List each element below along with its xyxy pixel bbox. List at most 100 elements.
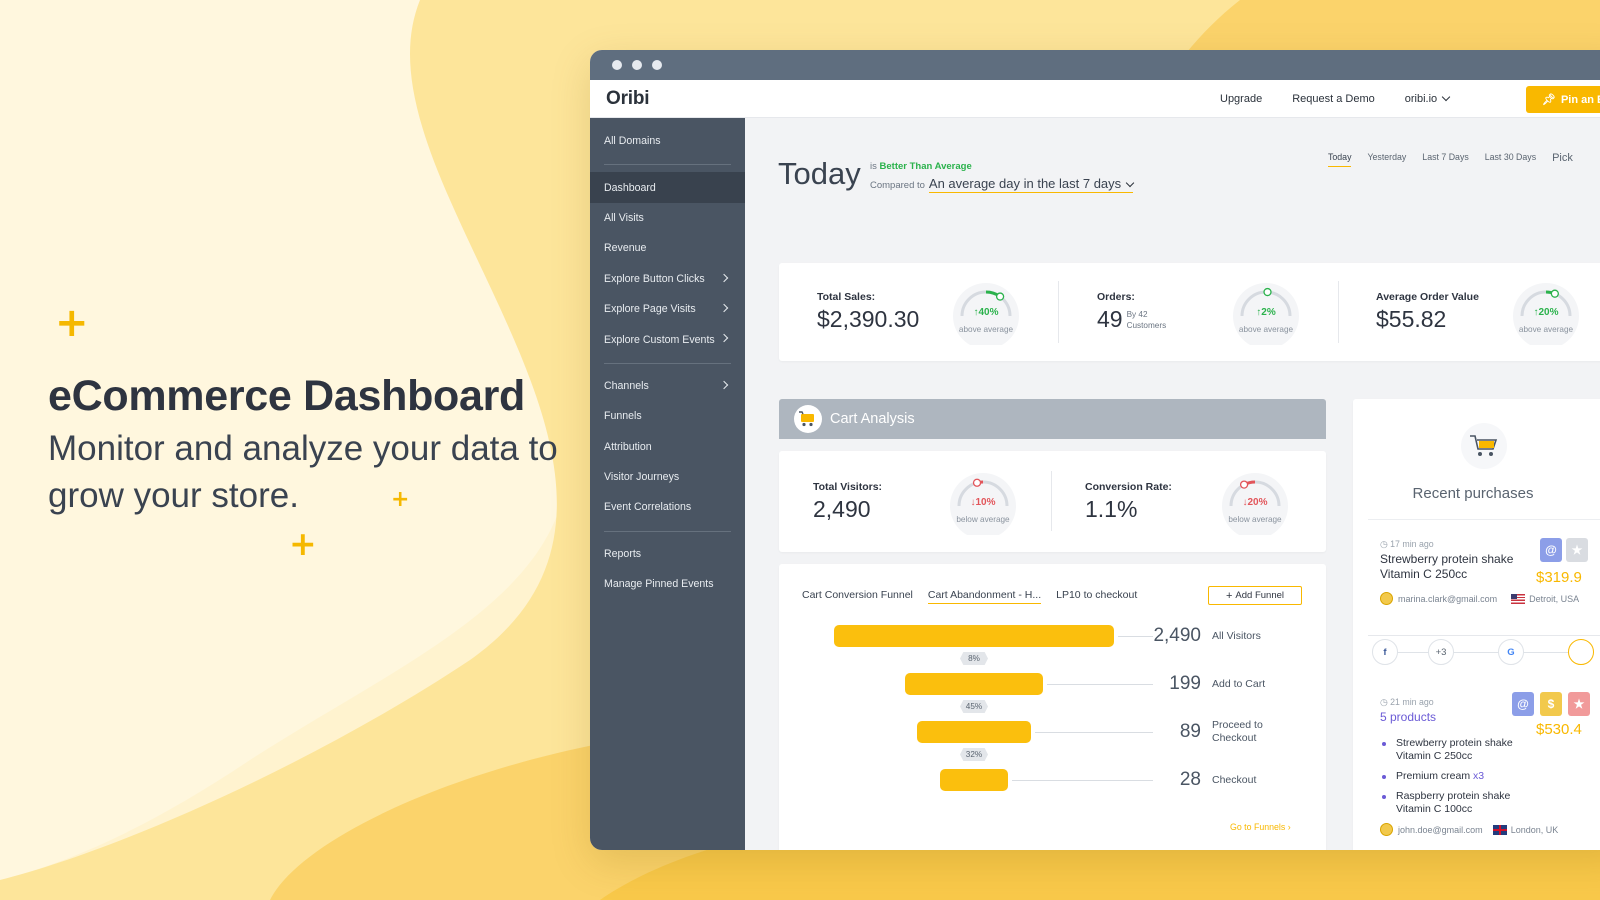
app-logo[interactable]: Oribi	[606, 88, 650, 110]
divider	[1058, 281, 1059, 343]
email-badge-icon: @	[1512, 692, 1534, 716]
gauge: ↓10% below average	[948, 473, 1018, 535]
metric-label: Conversion Rate:	[1085, 481, 1172, 493]
tab-today[interactable]: Today	[1328, 152, 1352, 167]
email-badge-icon: @	[1540, 538, 1562, 562]
main-content: Today is Better Than Average Compared to…	[745, 118, 1600, 850]
domain-dropdown[interactable]: oribi.io	[1405, 92, 1451, 105]
sidebar-item-all-visits[interactable]: All Visits	[590, 203, 745, 233]
sidebar-item-explore-custom-events[interactable]: Explore Custom Events	[590, 324, 745, 354]
kpi-card: Total Sales: $2,390.30 ↑40% above average…	[779, 263, 1600, 361]
purchase-price: $319.9	[1536, 569, 1582, 586]
sidebar-item-label: Channels	[604, 379, 649, 392]
uk-flag-icon	[1492, 824, 1507, 835]
sidebar-divider	[604, 362, 731, 364]
sidebar-item-dashboard[interactable]: Dashboard	[590, 172, 745, 203]
sidebar-item-label: Reports	[604, 547, 642, 560]
hero-title: eCommerce Dashboard	[48, 372, 526, 420]
product-qty: x3	[1473, 770, 1485, 782]
funnel-bar[interactable]	[940, 769, 1008, 791]
gauge-change: ↑40%	[973, 307, 999, 318]
gauge: ↑2% above average	[1231, 283, 1301, 345]
purchase-time-text: 17 min ago	[1390, 539, 1434, 549]
funnel-label: Checkout	[1212, 774, 1257, 786]
top-nav: Oribi Upgrade Request a Demo oribi.io 📌︎…	[590, 80, 1600, 118]
funnel-bar[interactable]	[834, 625, 1114, 647]
sidebar-item-funnels[interactable]: Funnels	[590, 401, 745, 431]
sidebar-item-manage-pinned-events[interactable]: Manage Pinned Events	[590, 569, 745, 599]
tab-cart-abandonment[interactable]: Cart Abandonment - H...	[927, 589, 1042, 604]
window-maximize-dot[interactable]	[652, 60, 662, 70]
plus-decoration-icon: +	[289, 524, 317, 563]
tab-last-7-days[interactable]: Last 7 Days	[1422, 152, 1468, 167]
tab-pick[interactable]: Pick	[1552, 152, 1573, 167]
kpi-total-sales: Total Sales: $2,390.30	[817, 291, 919, 333]
product-item: Premium cream x3	[1380, 770, 1530, 783]
kpi-sub2: Customers	[1126, 321, 1167, 330]
gauge-change: ↓10%	[970, 497, 996, 508]
metric-value: 2,490	[813, 496, 871, 522]
purchase-name: Strewberry protein shake Vitamin C 250cc	[1380, 552, 1514, 581]
pin-event-button[interactable]: 📌︎ Pin an E	[1526, 86, 1600, 113]
purchase-item[interactable]: ◷ 17 min ago Strewberry protein shake Vi…	[1368, 538, 1600, 689]
sidebar-item-attribution[interactable]: Attribution	[590, 432, 745, 462]
funnel-bar[interactable]	[905, 673, 1043, 695]
recent-purchases-panel: Recent purchases ◷ 17 min ago Strewberry…	[1353, 399, 1600, 850]
clock-icon: ◷	[1380, 539, 1388, 549]
request-demo-link[interactable]: Request a Demo	[1292, 93, 1375, 105]
journey-more-badge[interactable]: +3	[1428, 639, 1454, 665]
gauge: ↑40% above average	[951, 283, 1021, 345]
sidebar-item-channels[interactable]: Channels	[590, 371, 745, 401]
tab-cart-conversion-funnel[interactable]: Cart Conversion Funnel	[802, 589, 913, 604]
sidebar-item-label: Explore Page Visits	[604, 303, 696, 316]
kpi-value: 49	[1097, 306, 1123, 332]
recent-purchases-title: Recent purchases	[1412, 485, 1534, 502]
chevron-down-icon	[1441, 92, 1451, 102]
add-funnel-label: Add Funnel	[1235, 590, 1285, 601]
funnel-value: 28	[1179, 769, 1201, 790]
metric-value: 1.1%	[1085, 496, 1138, 522]
purchase-item[interactable]: ◷ 21 min ago 5 products @ $ ★ $530.4 Str…	[1368, 692, 1600, 850]
divider	[1051, 471, 1052, 531]
avatar	[1380, 823, 1393, 836]
tag-badge-icon: ★	[1568, 692, 1590, 716]
sidebar-item-label: All Domains	[604, 135, 661, 148]
sidebar-item-all-domains[interactable]: All Domains	[590, 126, 745, 156]
purchase-location: Detroit, USA	[1529, 593, 1580, 604]
compared-to-label: Compared to	[870, 180, 925, 191]
funnel-label: Add to Cart	[1212, 678, 1266, 690]
sidebar-item-reports[interactable]: Reports	[590, 539, 745, 569]
sidebar-item-visitor-journeys[interactable]: Visitor Journeys	[590, 462, 745, 492]
funnel-bar[interactable]	[916, 721, 1032, 743]
us-flag-icon	[1511, 593, 1526, 604]
gauge-change: ↑20%	[1533, 307, 1559, 318]
purchase-meta: marina.clark@gmail.com Detroit, USA	[1380, 592, 1600, 605]
status-text: Better Than Average	[879, 161, 972, 172]
tag-badge-icon: ★	[1566, 538, 1588, 562]
cart-analysis-header: Cart Analysis	[779, 399, 1326, 439]
comparison-select[interactable]: An average day in the last 7 days	[928, 176, 1135, 193]
hero: eCommerce Dashboard Monitor and analyze …	[48, 372, 568, 519]
chevron-down-icon	[1125, 178, 1135, 188]
dollar-badge-icon: $	[1540, 692, 1562, 716]
sidebar-item-event-correlations[interactable]: Event Correlations	[590, 492, 745, 522]
funnel-value: 89	[1179, 721, 1201, 742]
plus-icon: +	[1225, 589, 1233, 602]
tab-yesterday[interactable]: Yesterday	[1367, 152, 1406, 167]
sidebar-item-revenue[interactable]: Revenue	[590, 233, 745, 263]
tab-lp10-to-checkout[interactable]: LP10 to checkout	[1056, 589, 1137, 604]
kpi-value: $55.82	[1376, 306, 1447, 332]
google-icon: G	[1498, 639, 1524, 665]
tab-last-30-days[interactable]: Last 30 Days	[1485, 152, 1536, 167]
sidebar-item-explore-page-visits[interactable]: Explore Page Visits	[590, 294, 745, 324]
add-funnel-button[interactable]: + Add Funnel	[1208, 586, 1302, 605]
go-to-funnels-link[interactable]: Go to Funnels ›	[1230, 822, 1291, 832]
window-close-dot[interactable]	[612, 60, 622, 70]
funnel-label: Proceed to Checkout	[1212, 719, 1263, 744]
funnel-step-rate: 8%	[960, 652, 988, 665]
gauge-caption: above average	[1518, 325, 1574, 334]
upgrade-link[interactable]: Upgrade	[1220, 93, 1262, 105]
kpi-label: Orders:	[1097, 291, 1135, 303]
sidebar-item-explore-button-clicks[interactable]: Explore Button Clicks	[590, 264, 745, 294]
window-minimize-dot[interactable]	[632, 60, 642, 70]
